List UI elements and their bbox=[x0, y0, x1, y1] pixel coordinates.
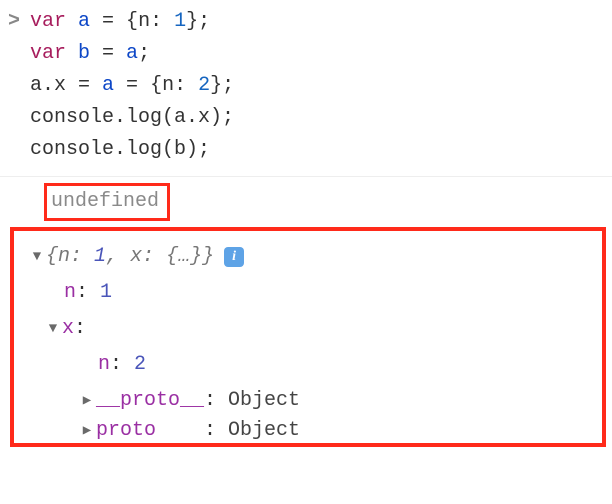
property-val-1: 1 bbox=[100, 277, 112, 309]
property-key-x: x bbox=[62, 313, 74, 345]
code-line-2: var b = a; bbox=[30, 38, 602, 70]
property-x-row[interactable]: x: bbox=[28, 311, 594, 347]
summary-sep: , bbox=[106, 241, 130, 273]
equals-op: = bbox=[102, 10, 126, 33]
number-2: 2 bbox=[198, 74, 210, 97]
property-n-row[interactable]: n: 1 bbox=[28, 275, 594, 311]
input-prompt-icon: > bbox=[8, 6, 20, 38]
collapse-arrow-icon[interactable] bbox=[78, 420, 96, 442]
object-summary-row[interactable]: {n: 1, x: {…}} i bbox=[28, 239, 594, 275]
console-log-ax: console.log(a.x); bbox=[30, 106, 234, 129]
member-ax: a.x bbox=[30, 74, 78, 97]
property-key-proto: proto bbox=[96, 419, 156, 443]
equals-op: = bbox=[102, 42, 126, 65]
brace-open: { bbox=[150, 74, 162, 97]
property-proto-row-2[interactable]: proto : Object bbox=[28, 419, 594, 443]
keyword-var: var bbox=[30, 10, 66, 33]
code-line-3: a.x = a = {n: 2}; bbox=[30, 70, 602, 102]
code-line-1: var a = {n: 1}; bbox=[30, 6, 602, 38]
code-line-5: console.log(b); bbox=[30, 134, 602, 166]
identifier-a: a bbox=[126, 42, 138, 65]
property-key-proto: __proto__ bbox=[96, 385, 204, 417]
property-key-n: n bbox=[64, 277, 76, 309]
property-x-n-row[interactable]: n: 2 bbox=[28, 347, 594, 383]
property-key-n: n bbox=[98, 349, 110, 381]
summary-brace-open: { bbox=[46, 241, 58, 273]
summary-val-1: 1 bbox=[94, 241, 106, 273]
collapse-arrow-icon[interactable] bbox=[78, 390, 96, 412]
identifier-b: b bbox=[66, 42, 102, 65]
brace-close: }; bbox=[210, 74, 234, 97]
expand-arrow-icon[interactable] bbox=[44, 318, 62, 340]
summary-nested: {…} bbox=[166, 241, 202, 273]
code-line-4: console.log(a.x); bbox=[30, 102, 602, 134]
info-icon[interactable]: i bbox=[224, 247, 244, 267]
brace-open: { bbox=[126, 10, 138, 33]
equals-op: = bbox=[78, 74, 102, 97]
property-val-object: Object bbox=[228, 419, 300, 443]
identifier-a: a bbox=[66, 10, 102, 33]
prop-n: n: bbox=[138, 10, 174, 33]
console-output-object: {n: 1, x: {…}} i n: 1 x: n: 2 __proto__:… bbox=[10, 227, 606, 447]
brace-close: }; bbox=[186, 10, 210, 33]
keyword-var: var bbox=[30, 42, 66, 65]
prop-n: n: bbox=[162, 74, 198, 97]
expand-arrow-icon[interactable] bbox=[28, 246, 46, 268]
identifier-a: a bbox=[102, 74, 126, 97]
property-val-object: Object bbox=[228, 385, 300, 417]
number-1: 1 bbox=[174, 10, 186, 33]
summary-key-x: x: bbox=[130, 241, 166, 273]
semicolon: ; bbox=[138, 42, 150, 65]
property-proto-row[interactable]: __proto__: Object bbox=[28, 383, 594, 419]
undefined-result: undefined bbox=[44, 183, 170, 221]
console-output-undefined: undefined bbox=[0, 177, 612, 227]
console-input-block: > var a = {n: 1}; var b = a; a.x = a = {… bbox=[0, 0, 612, 177]
property-val-2: 2 bbox=[134, 349, 146, 381]
summary-brace-close: } bbox=[202, 241, 214, 273]
equals-op: = bbox=[126, 74, 150, 97]
console-log-b: console.log(b); bbox=[30, 138, 210, 161]
summary-key-n: n: bbox=[58, 241, 94, 273]
